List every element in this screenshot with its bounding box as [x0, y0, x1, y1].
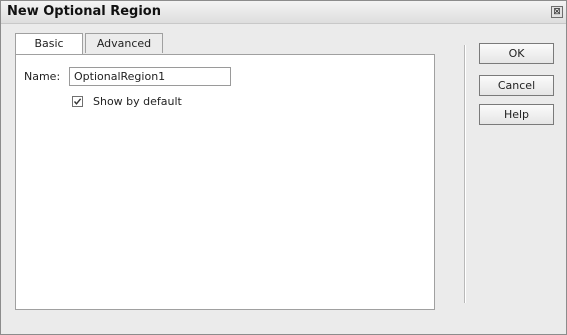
close-icon[interactable]: ⊠: [551, 6, 563, 18]
tab-basic[interactable]: Basic: [15, 33, 83, 55]
dialog-title: New Optional Region: [7, 4, 161, 19]
name-label: Name:: [24, 70, 61, 83]
vertical-divider: [464, 45, 466, 303]
show-by-default-checkbox[interactable]: [72, 96, 83, 107]
dialog-window: New Optional Region ⊠ Basic Advanced Nam…: [0, 0, 567, 335]
checkmark-icon: [73, 98, 82, 105]
tab-advanced[interactable]: Advanced: [85, 33, 163, 53]
title-bar[interactable]: New Optional Region ⊠: [1, 1, 566, 24]
ok-button[interactable]: OK: [479, 43, 554, 64]
tab-panel-basic: Name: Show by default: [15, 54, 435, 310]
show-by-default-label[interactable]: Show by default: [93, 95, 182, 108]
name-field[interactable]: [69, 67, 231, 86]
help-button[interactable]: Help: [479, 104, 554, 125]
cancel-button[interactable]: Cancel: [479, 75, 554, 96]
